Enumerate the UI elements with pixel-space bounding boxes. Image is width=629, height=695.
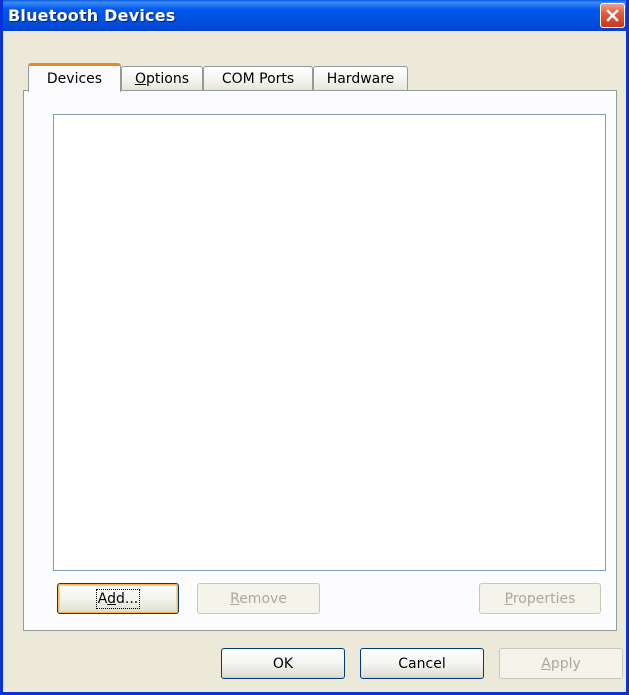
add-button[interactable]: Add... (57, 583, 179, 614)
ok-button[interactable]: OK (221, 648, 345, 679)
apply-button[interactable]: Apply (499, 648, 623, 679)
tab-devices-label: Devices (46, 71, 103, 87)
devices-tab-panel: Add... Remove Properties (23, 90, 617, 631)
tab-com-ports-label: COM Ports (221, 70, 295, 87)
tab-hardware[interactable]: Hardware (313, 66, 408, 90)
cancel-button-label: Cancel (398, 655, 446, 672)
apply-button-label: Apply (541, 655, 581, 672)
bluetooth-devices-dialog: Bluetooth Devices Devices Options COM Po… (0, 0, 629, 695)
tab-hardware-label: Hardware (326, 70, 395, 87)
ok-button-label: OK (272, 655, 294, 672)
device-list[interactable] (53, 114, 606, 571)
properties-button[interactable]: Properties (479, 583, 601, 614)
window-title: Bluetooth Devices (8, 6, 176, 25)
tab-com-ports[interactable]: COM Ports (203, 66, 313, 90)
close-icon (606, 9, 619, 22)
close-button[interactable] (600, 3, 625, 28)
tab-options-label: Options (134, 70, 190, 87)
properties-button-label: Properties (504, 590, 576, 607)
cancel-button[interactable]: Cancel (360, 648, 484, 679)
remove-button-label: Remove (230, 590, 287, 607)
tab-devices[interactable]: Devices (28, 63, 121, 92)
remove-button[interactable]: Remove (197, 583, 320, 614)
title-bar[interactable]: Bluetooth Devices (3, 0, 626, 31)
tab-options[interactable]: Options (121, 66, 203, 90)
add-button-label: Add... (95, 588, 141, 609)
